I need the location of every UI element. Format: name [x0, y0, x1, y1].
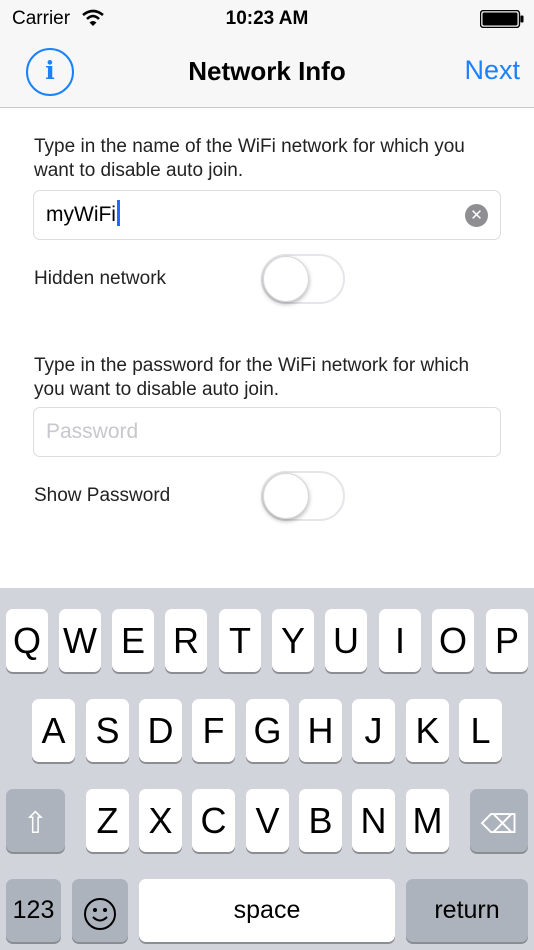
- battery-icon: [480, 10, 524, 28]
- key-y[interactable]: Y: [272, 609, 314, 672]
- numbers-key[interactable]: 123: [6, 879, 61, 942]
- key-a[interactable]: A: [32, 699, 75, 762]
- key-c[interactable]: C: [192, 789, 235, 852]
- emoji-icon: [84, 898, 116, 930]
- key-f[interactable]: F: [192, 699, 235, 762]
- key-r[interactable]: R: [165, 609, 207, 672]
- show-password-switch[interactable]: [261, 471, 345, 521]
- key-s[interactable]: S: [86, 699, 129, 762]
- text-caret: [116, 200, 120, 227]
- switch-knob: [263, 256, 309, 302]
- key-z[interactable]: Z: [86, 789, 129, 852]
- key-q[interactable]: Q: [6, 609, 48, 672]
- ssid-field[interactable]: myWiFi ✕: [33, 190, 501, 240]
- status-bar: Carrier 10:23 AM: [0, 0, 534, 40]
- key-h[interactable]: H: [299, 699, 342, 762]
- shift-icon: ⇧: [22, 807, 49, 840]
- key-k[interactable]: K: [406, 699, 449, 762]
- space-key[interactable]: space: [139, 879, 395, 942]
- key-i[interactable]: I: [379, 609, 421, 672]
- page-title: Network Info: [188, 56, 346, 86]
- return-key[interactable]: return: [406, 879, 528, 942]
- key-t[interactable]: T: [219, 609, 261, 672]
- show-password-label: Show Password: [34, 485, 171, 506]
- delete-icon: ⌫: [480, 809, 518, 839]
- key-x[interactable]: X: [139, 789, 182, 852]
- ssid-value: myWiFi: [46, 203, 116, 226]
- key-p[interactable]: P: [486, 609, 528, 672]
- navigation-bar: i Network Info Next: [0, 40, 534, 108]
- password-instruction: Type in the password for the WiFi networ…: [34, 355, 470, 400]
- hidden-network-label: Hidden network: [34, 268, 167, 289]
- key-d[interactable]: D: [139, 699, 182, 762]
- clock: 10:23 AM: [225, 8, 309, 29]
- shift-key[interactable]: ⇧: [6, 789, 65, 852]
- ssid-instruction: Type in the name of the WiFi network for…: [34, 136, 465, 181]
- keyboard: Q W E R T Y U I O P A S D F G H J K L ⇧ …: [0, 588, 534, 950]
- clear-icon[interactable]: ✕: [465, 204, 488, 227]
- key-j[interactable]: J: [352, 699, 395, 762]
- key-w[interactable]: W: [59, 609, 101, 672]
- key-b[interactable]: B: [299, 789, 342, 852]
- key-o[interactable]: O: [432, 609, 474, 672]
- key-l[interactable]: L: [459, 699, 502, 762]
- hidden-network-switch[interactable]: [261, 254, 345, 304]
- key-u[interactable]: U: [325, 609, 367, 672]
- next-button[interactable]: Next: [464, 55, 520, 86]
- key-e[interactable]: E: [112, 609, 154, 672]
- key-n[interactable]: N: [352, 789, 395, 852]
- switch-knob: [263, 473, 309, 519]
- delete-key[interactable]: ⌫: [470, 789, 528, 852]
- key-m[interactable]: M: [406, 789, 449, 852]
- password-field[interactable]: Password: [33, 407, 501, 457]
- password-placeholder: Password: [46, 420, 139, 443]
- key-v[interactable]: V: [246, 789, 289, 852]
- emoji-key[interactable]: [72, 879, 128, 942]
- key-g[interactable]: G: [246, 699, 289, 762]
